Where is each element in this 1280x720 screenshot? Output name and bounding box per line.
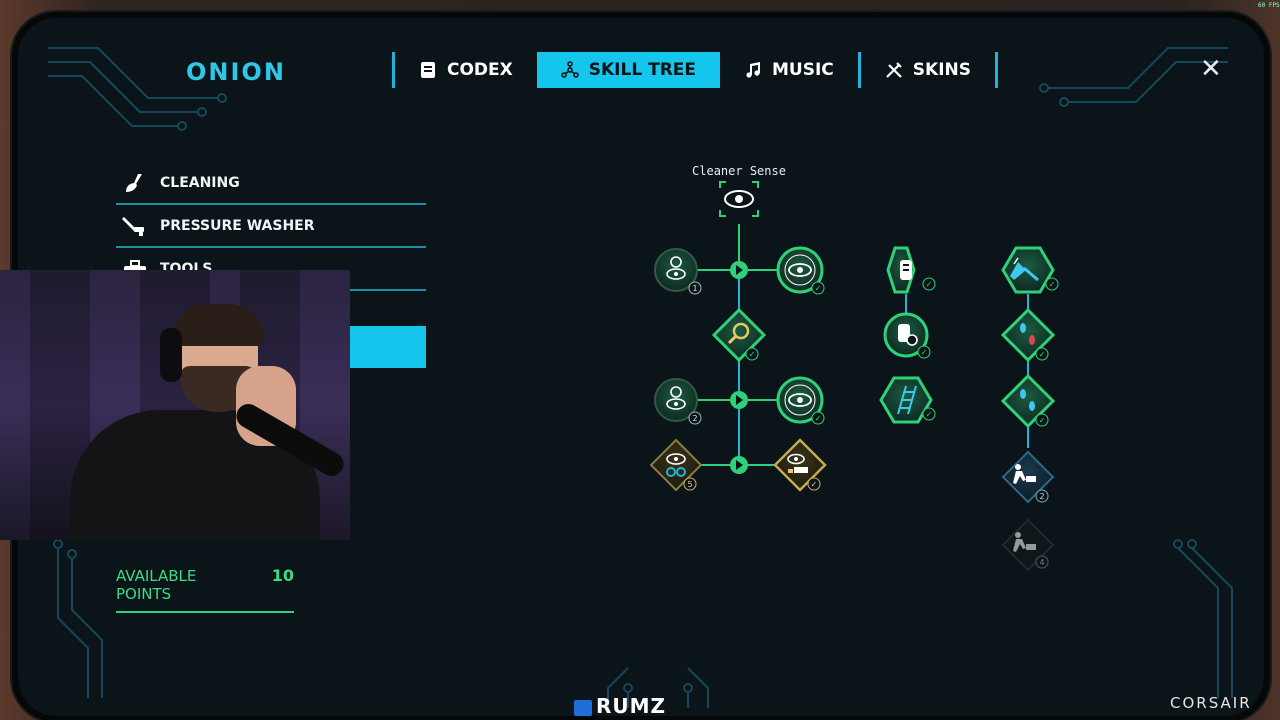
junction-arrow-row1: [730, 261, 748, 279]
skill-node-sense-range-1[interactable]: ✓: [776, 246, 825, 295]
sponsor-logo: CORSAIR: [1170, 694, 1252, 712]
webcam-overlay: [0, 270, 350, 540]
skill-node-magnifier[interactable]: ✓: [711, 307, 767, 363]
skill-node-sense-infinite[interactable]: 5: [649, 438, 703, 492]
skill-checked-badge: ✓: [921, 348, 928, 357]
skill-checked-badge: ✓: [926, 280, 933, 289]
channel-logo-icon: [574, 699, 592, 716]
skill-checked-badge: ✓: [815, 414, 822, 423]
skill-checked-badge: ✓: [1049, 280, 1056, 289]
skill-level-badge: 1: [692, 284, 697, 293]
eye-icon: [724, 190, 754, 208]
fps-counter: 60 FPS: [1258, 2, 1280, 9]
skill-node-cart-push-2[interactable]: 2: [1001, 450, 1055, 504]
skill-node-washer-capacity[interactable]: ✓: [886, 246, 936, 294]
skill-node-footprints-red[interactable]: ✓: [1000, 307, 1056, 363]
skill-node-sense-range-2[interactable]: ✓: [776, 376, 825, 425]
skill-level-badge: 2: [692, 414, 697, 423]
headphones: [160, 328, 182, 382]
skill-checked-badge: ✓: [811, 480, 818, 489]
skill-node-ladder[interactable]: ✓: [879, 376, 936, 424]
skill-level-badge: 4: [1039, 558, 1044, 567]
skill-checked-badge: ✓: [1039, 416, 1046, 425]
skill-checked-badge: ✓: [815, 284, 822, 293]
junction-arrow-row3: [730, 391, 748, 409]
skill-node-sense-timer-2[interactable]: 2: [654, 378, 702, 425]
channel-name: RUMZ: [574, 694, 666, 718]
streamer-hair: [172, 304, 264, 346]
skill-node-washer-speed[interactable]: ✓: [883, 312, 931, 359]
skill-node-sense-objects[interactable]: ✓: [773, 438, 827, 492]
skill-level-badge: 2: [1039, 492, 1044, 501]
skill-checked-badge: ✓: [926, 410, 933, 419]
skill-node-cleaner-sense[interactable]: [719, 181, 759, 217]
junction-arrow-row4: [730, 456, 748, 474]
skill-level-badge: 5: [687, 480, 692, 489]
skill-node-sense-timer-1[interactable]: 1: [654, 248, 702, 295]
tank-icon: [900, 260, 912, 280]
tree-connectors-blue: [738, 270, 1029, 465]
skill-node-footprints-blue[interactable]: ✓: [1000, 373, 1056, 429]
skill-checked-badge: ✓: [1039, 350, 1046, 359]
skill-checked-badge: ✓: [749, 350, 756, 359]
channel-name-text: RUMZ: [596, 694, 667, 718]
skill-node-scraper[interactable]: ✓: [1001, 246, 1059, 294]
skill-node-cart-push-4[interactable]: 4: [1001, 518, 1055, 572]
